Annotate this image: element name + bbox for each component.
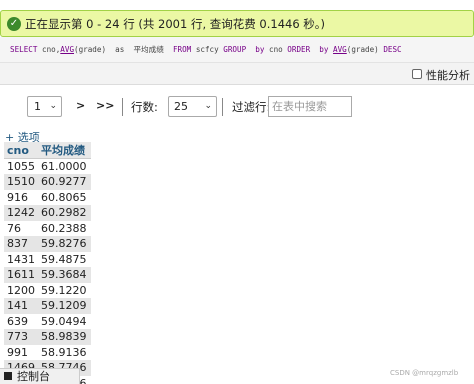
rows-select-value: 25 <box>174 100 188 113</box>
sql-text: scfcy <box>191 45 224 54</box>
profiling-checkbox[interactable] <box>412 69 422 79</box>
table-header-row: cno 平均成绩 <box>4 142 91 159</box>
query-success-notice: ✓ 正在显示第 0 - 24 行 (共 2001 行, 查询花费 0.1446 … <box>0 10 474 37</box>
divider <box>222 98 223 116</box>
last-page-button[interactable]: >> <box>96 99 114 112</box>
table-row: 1200 59.1220 <box>4 282 91 298</box>
table-row: 1510 60.9277 <box>4 174 91 190</box>
chevron-down-icon: ⌄ <box>49 101 57 111</box>
profiling-label[interactable]: 性能分析 [ <box>426 67 474 83</box>
sql-keyword: DESC <box>383 45 402 54</box>
page-select[interactable]: 1 ⌄ <box>27 96 62 117</box>
cell-avg-grade[interactable]: 59.8276 <box>38 236 91 252</box>
cell-cno[interactable]: 916 <box>4 189 38 205</box>
query-options-bar: 性能分析 [ <box>0 63 474 85</box>
cell-cno[interactable]: 1200 <box>4 282 38 298</box>
pagination-bar: 1 ⌄ > >> 行数: 25 ⌄ 过滤行: <box>0 92 474 122</box>
cell-cno[interactable]: 141 <box>4 298 38 314</box>
table-row: 76 60.2388 <box>4 220 91 236</box>
cell-avg-grade[interactable]: 59.1220 <box>38 282 91 298</box>
table-row: 773 58.9839 <box>4 329 91 345</box>
table-row: 1431 59.4875 <box>4 251 91 267</box>
column-header-avg-grade[interactable]: 平均成绩 <box>38 142 91 159</box>
cell-avg-grade[interactable]: 59.3684 <box>38 267 91 283</box>
divider <box>122 98 123 116</box>
cell-avg-grade[interactable]: 60.8065 <box>38 189 91 205</box>
cell-cno[interactable]: 1242 <box>4 205 38 221</box>
table-row: 1055 61.0000 <box>4 158 91 174</box>
chevron-down-icon: ⌄ <box>204 101 212 111</box>
cell-cno[interactable]: 1611 <box>4 267 38 283</box>
cell-avg-grade[interactable]: 59.4875 <box>38 251 91 267</box>
cell-avg-grade[interactable]: 60.2982 <box>38 205 91 221</box>
sql-keyword: GROUP by <box>223 45 265 54</box>
filter-rows-label: 过滤行: <box>232 100 271 114</box>
sql-keyword: SELECT <box>10 45 38 54</box>
cell-avg-grade[interactable]: 59.1209 <box>38 298 91 314</box>
sql-text: (grade) <box>346 45 384 54</box>
cell-avg-grade[interactable]: 58.9839 <box>38 329 91 345</box>
cell-cno[interactable]: 991 <box>4 344 38 360</box>
rows-label: 行数: <box>131 100 158 114</box>
check-circle-icon: ✓ <box>7 16 21 31</box>
console-square-icon <box>4 372 12 380</box>
results-table: cno 平均成绩 1055 61.0000 1510 60.9277 916 60.8… <box>4 142 91 384</box>
cell-avg-grade[interactable]: 61.0000 <box>38 158 91 174</box>
cell-cno[interactable]: 639 <box>4 313 38 329</box>
cell-avg-grade[interactable]: 58.9136 <box>38 344 91 360</box>
cell-avg-grade[interactable]: 59.0494 <box>38 313 91 329</box>
page-select-value: 1 <box>34 100 41 113</box>
cell-cno[interactable]: 837 <box>4 236 38 252</box>
table-row: 1611 59.3684 <box>4 267 91 283</box>
sql-keyword: FROM <box>172 45 192 54</box>
console-label: 控制台 <box>17 370 50 383</box>
table-row: 1242 60.2982 <box>4 205 91 221</box>
rows-per-page-select[interactable]: 25 ⌄ <box>168 96 217 117</box>
cell-cno[interactable]: 1431 <box>4 251 38 267</box>
table-row: 639 59.0494 <box>4 313 91 329</box>
next-page-button[interactable]: > <box>76 99 85 112</box>
cell-avg-grade[interactable]: 60.2388 <box>38 220 91 236</box>
column-header-cno[interactable]: cno <box>4 142 38 159</box>
cell-cno[interactable]: 1055 <box>4 158 38 174</box>
sql-query-display[interactable]: SELECT cno, AVG (grade) as 平均成绩 FROM scfcy… <box>0 37 474 63</box>
sql-text: (grade) as 平均成绩 <box>74 45 173 54</box>
table-row: 916 60.8065 <box>4 189 91 205</box>
cell-avg-grade[interactable]: 60.9277 <box>38 174 91 190</box>
sql-function-link[interactable]: AVG <box>60 45 74 54</box>
sql-text: cno <box>264 45 288 54</box>
sql-keyword: ORDER by <box>287 45 329 54</box>
filter-rows-input[interactable] <box>268 96 352 117</box>
sql-function-link[interactable]: AVG <box>333 45 347 54</box>
query-result-summary: 正在显示第 0 - 24 行 (共 2001 行, 查询花费 0.1446 秒。… <box>25 16 326 31</box>
watermark: CSDN @mrqzgmzlb <box>390 369 459 377</box>
table-row: 141 59.1209 <box>4 298 91 314</box>
cell-cno[interactable]: 1510 <box>4 174 38 190</box>
cell-cno[interactable]: 76 <box>4 220 38 236</box>
table-row: 837 59.8276 <box>4 236 91 252</box>
cell-cno[interactable]: 773 <box>4 329 38 345</box>
sql-text: cno, <box>37 45 61 54</box>
table-row: 991 58.9136 <box>4 344 91 360</box>
console-toggle[interactable]: 控制台 <box>0 368 80 384</box>
